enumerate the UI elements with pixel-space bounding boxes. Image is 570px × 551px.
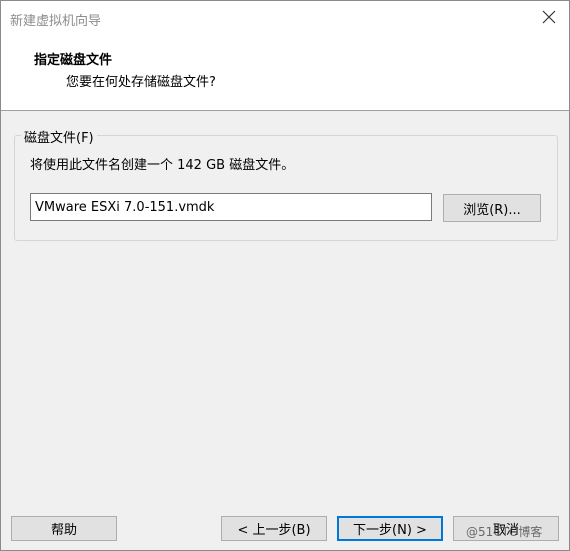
disk-filename-input[interactable] (30, 193, 432, 221)
next-button[interactable]: 下一步(N) > (337, 516, 443, 541)
disk-file-group (14, 135, 558, 241)
disk-file-legend: 磁盘文件(F) (21, 127, 97, 146)
wizard-window: 新建虚拟机向导 指定磁盘文件 您要在何处存储磁盘文件? 磁盘文件(F) 将使用此… (0, 0, 570, 551)
disk-file-description: 将使用此文件名创建一个 142 GB 磁盘文件。 (30, 158, 295, 173)
close-icon[interactable] (542, 10, 556, 24)
title-bar: 新建虚拟机向导 (1, 1, 569, 37)
window-title: 新建虚拟机向导 (10, 14, 102, 29)
wizard-header: 指定磁盘文件 您要在何处存储磁盘文件? (1, 37, 569, 111)
page-subtitle: 您要在何处存储磁盘文件? (66, 75, 216, 90)
browse-button[interactable]: 浏览(R)... (443, 194, 541, 222)
page-title: 指定磁盘文件 (34, 53, 113, 68)
back-button[interactable]: < 上一步(B) (221, 516, 327, 541)
cancel-button[interactable]: 取消 (453, 516, 559, 541)
help-button[interactable]: 帮助 (11, 516, 117, 541)
